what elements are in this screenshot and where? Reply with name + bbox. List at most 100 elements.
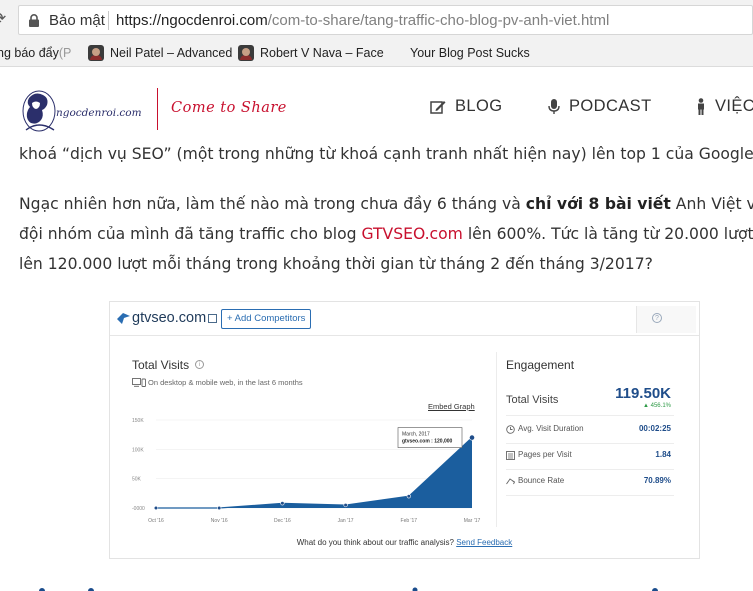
url-separator [108, 11, 109, 30]
article-body: khoá “dịch vụ SEO” (một trong những từ k… [0, 142, 753, 591]
y-tick-label: 50K [132, 477, 142, 483]
panel-divider [496, 352, 497, 527]
logo-text: ngocdenroi.com [56, 107, 142, 119]
pages-icon [506, 451, 515, 460]
metric-row: Bounce Rate 70.89% [506, 470, 674, 496]
x-tick-label: Mar '17 [464, 518, 481, 524]
edit-icon [430, 101, 446, 114]
info-icon[interactable]: i [195, 360, 204, 369]
address-bar: ⟳ Bảo mật https://ngocdenroi.com/com-to-… [0, 0, 753, 39]
help-icon[interactable]: ? [652, 313, 662, 323]
gtvseo-link[interactable]: GTVSEO.com [361, 225, 462, 243]
url-bar[interactable]: Bảo mật https://ngocdenroi.com/com-to-sh… [18, 5, 753, 35]
bookmark-robert-nava[interactable]: Robert V Nava – Face [238, 43, 384, 63]
lock-icon[interactable] [28, 14, 40, 27]
device-note: On desktop & mobile web, in the last 6 m… [148, 378, 303, 387]
url-text[interactable]: https://ngocdenroi.com/com-to-share/tang… [116, 12, 609, 29]
bold-text: chỉ với 8 bài viết [525, 195, 671, 213]
reload-icon[interactable]: ⟳ [0, 10, 10, 28]
metric-value: 00:02:25 [638, 424, 671, 433]
nav-label: PODCAST [569, 97, 652, 115]
sw-help-panel: ? [636, 306, 696, 333]
url-host: https://ngocdenroi.com [116, 12, 268, 29]
paragraph-line: đội nhóm của mình đã tăng traffic cho bl… [19, 219, 753, 249]
data-point [153, 505, 159, 511]
clock-icon [506, 425, 515, 434]
tooltip-month: March, 2017 [402, 432, 430, 438]
sw-header: gtvseo.com + Add Competitors ? [110, 302, 699, 336]
microphone-icon [548, 99, 560, 114]
nav-label: VIỆC [715, 97, 753, 115]
area-fill [156, 437, 472, 508]
data-point [469, 434, 475, 441]
bookmark-neil-patel[interactable]: Neil Patel – Advanced [88, 43, 232, 63]
bookmarks-bar: ng báo đẩy (P Neil Patel – Advanced Robe… [0, 39, 753, 67]
total-visits-title: Total Visits [132, 358, 190, 372]
site-header: ngocdenroi.com Come to Share BLOG PODCAS… [0, 68, 753, 142]
metric-label: Pages per Visit [518, 450, 572, 459]
person-icon [698, 98, 704, 115]
favicon-icon [88, 45, 104, 61]
data-point [343, 502, 348, 508]
bookmark-label: Robert V Nava – Face [260, 46, 384, 60]
x-tick-label: Oct '16 [148, 518, 164, 524]
favicon-icon [388, 45, 404, 61]
bookmark-label: ng báo đẩy [0, 46, 59, 60]
nav-label: BLOG [455, 97, 503, 115]
bookmark-label: Neil Patel – Advanced [110, 46, 233, 60]
favicon-icon [238, 45, 254, 61]
x-tick-label: Jan '17 [338, 518, 354, 524]
bookmark-label: Your Blog Post Sucks [410, 46, 530, 60]
external-link-icon[interactable] [208, 314, 217, 323]
metric-row: Pages per Visit 1.84 [506, 444, 674, 470]
feedback-line: What do you think about our traffic anal… [110, 538, 699, 547]
x-tick-label: Nov '16 [211, 518, 228, 524]
sw-engagement-panel: Engagement Total Visits 119.50K ▲ 456.1%… [506, 358, 676, 508]
cut-off-heading [39, 587, 658, 591]
bounce-icon [506, 478, 515, 485]
nav-blog[interactable]: BLOG [430, 97, 502, 116]
paragraph-line: lên 120.000 lượt mỗi tháng trong khoảng … [19, 255, 653, 273]
url-path: /com-to-share/tang-traffic-cho-blog-pv-a… [267, 12, 610, 29]
paragraph-line: khoá “dịch vụ SEO” (một trong những từ k… [19, 145, 753, 163]
bookmark-label-faded: (P [58, 46, 72, 60]
text-run: Ngạc nhiên hơn nữa, làm thế nào mà trong… [19, 195, 526, 213]
text-run: Anh Việt và [675, 195, 753, 213]
site-logo[interactable]: ngocdenroi.com [20, 86, 158, 134]
bookmark-blog-post-sucks[interactable]: Your Blog Post Sucks [388, 43, 530, 63]
nav-viec[interactable]: VIỆC [696, 97, 753, 116]
engagement-title: Engagement [506, 358, 575, 372]
metric-value: 119.50K [615, 385, 671, 402]
bird-icon [117, 313, 130, 324]
metric-label: Bounce Rate [518, 476, 565, 485]
device-icon [132, 378, 146, 387]
total-visits-chart: 150K 100K 50K -0000Oct '16 Nov '16 Dec '16 Jan… [132, 418, 481, 524]
tooltip-value: gtvseo.com : 120,000 [402, 439, 453, 445]
add-competitors-button[interactable]: + Add Competitors [221, 309, 312, 329]
x-tick-label: Dec '16 [274, 518, 291, 524]
metric-row: Avg. Visit Duration 00:02:25 [506, 418, 674, 444]
y-tick-label: 150K [132, 418, 144, 424]
send-feedback-link[interactable]: Send Feedback [456, 538, 512, 547]
metric-value: 1.84 [655, 450, 671, 459]
nav-podcast[interactable]: PODCAST [548, 97, 652, 116]
metric-change: ▲ 456.1% [643, 403, 671, 409]
security-label[interactable]: Bảo mật [49, 12, 105, 29]
data-point [406, 494, 411, 499]
bookmark-notifications[interactable]: ng báo đẩy (P [0, 43, 71, 63]
data-point [280, 501, 285, 506]
site-tagline: Come to Share [171, 100, 287, 116]
data-point [217, 505, 222, 511]
metric-value: 70.89% [643, 476, 671, 485]
paragraph-line: Ngạc nhiên hơn nữa, làm thế nào mà trong… [19, 189, 753, 219]
metric-label: Total Visits [506, 394, 559, 406]
sw-total-visits-panel: Total Visits i On desktop & mobile web, … [132, 358, 482, 528]
text-run: đội nhóm của mình đã tăng traffic cho bl… [19, 225, 362, 243]
total-visits-row: Total Visits 119.50K ▲ 456.1% [506, 382, 674, 416]
metric-label: Avg. Visit Duration [518, 424, 584, 433]
y-tick-label: 100K [132, 447, 144, 453]
x-tick-label: Feb '17 [401, 518, 418, 524]
sw-domain: gtvseo.com [132, 310, 207, 326]
feedback-text: What do you think about our traffic anal… [296, 538, 457, 547]
traffic-screenshot: gtvseo.com + Add Competitors ? Total Vis… [109, 301, 700, 559]
